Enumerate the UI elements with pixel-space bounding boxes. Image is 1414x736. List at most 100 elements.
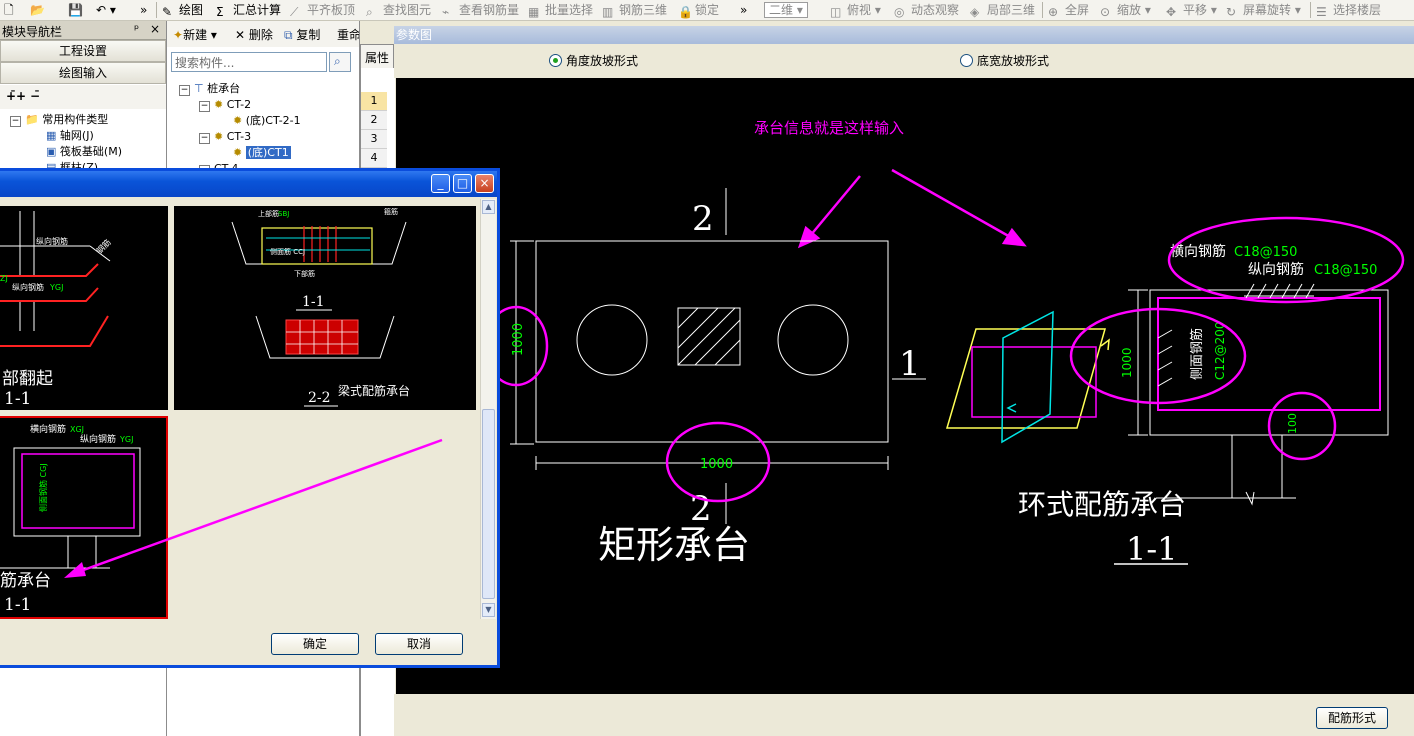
toolbar-flush-button[interactable]: ⟋ 平齐板顶 bbox=[290, 2, 355, 19]
svg-text:XGJ: XGJ bbox=[70, 425, 84, 434]
view-mode-select[interactable]: 二维 ▾ bbox=[764, 2, 808, 18]
annotation-text: 承台信息就是这样输入 bbox=[754, 119, 904, 137]
dialog-title-bar: _ □ × bbox=[0, 171, 497, 197]
toolbar-orbit-button[interactable]: ◎ 动态观察 bbox=[894, 2, 959, 19]
annotation-arrows bbox=[797, 168, 1027, 249]
toolbar-pan-button[interactable]: ✥ 平移 ▾ bbox=[1166, 2, 1217, 19]
project-settings-button[interactable]: 工程设置 bbox=[0, 40, 166, 62]
local-3d-icon: ◈ bbox=[970, 5, 980, 19]
collapse-all-icon[interactable]: −̄ bbox=[30, 89, 40, 103]
svg-text:箍筋: 箍筋 bbox=[384, 207, 398, 216]
toolbar-find-button[interactable]: ⌕ 查找图元 bbox=[366, 2, 431, 19]
scroll-down-icon[interactable]: ▼ bbox=[482, 603, 495, 617]
toolbar-floor-button[interactable]: ☰ 选择楼层 bbox=[1316, 2, 1381, 19]
svg-text:钢筋: 钢筋 bbox=[94, 237, 112, 255]
radio-empty-icon bbox=[960, 54, 973, 67]
search-icon[interactable]: ⌕ bbox=[329, 52, 351, 72]
svg-text:侧面筋 CCJ: 侧面筋 CCJ bbox=[270, 247, 305, 256]
rebar-form-button[interactable]: 配筋形式 bbox=[1316, 707, 1388, 729]
parameter-drawing: 承台信息就是这样输入 2 1 2 1000 1000 矩形承台 横向钢筋 C18… bbox=[483, 119, 1405, 568]
thumbnail-section: 1-1 bbox=[4, 389, 31, 409]
toolbar-rebar-3d-button[interactable]: ▥ 钢筋三维 bbox=[602, 2, 667, 19]
thumbnail-caption: 梁式配筋承台 bbox=[338, 383, 410, 398]
toolbar-sum-button[interactable]: Σ 汇总计算 bbox=[216, 2, 281, 19]
draw-icon: ✎ bbox=[162, 5, 173, 19]
toolbar-zoom-button[interactable]: ⊙ 缩放 ▾ bbox=[1100, 2, 1151, 19]
property-row[interactable]: 2 bbox=[361, 111, 387, 130]
section-mark-top: 2 bbox=[692, 199, 714, 239]
svg-text:YGJ: YGJ bbox=[49, 283, 63, 292]
toolbar-fullscreen-button[interactable]: ⊕ 全屏 bbox=[1048, 2, 1089, 19]
component-item-ct2-1[interactable]: ✹ (底)CT-2-1 bbox=[233, 113, 301, 129]
ring-cover-dimension: 100 bbox=[1286, 413, 1299, 434]
find-icon: ⌕ bbox=[366, 5, 373, 19]
rename-component-button[interactable]: 重命名 bbox=[337, 26, 359, 43]
thumbnail-section: 1-1 bbox=[4, 595, 31, 615]
toolbar-local-3d-button[interactable]: ◈ 局部三维 bbox=[970, 2, 1035, 19]
open-file-icon[interactable]: 📂 bbox=[30, 2, 45, 18]
close-icon[interactable]: × bbox=[475, 174, 494, 193]
minimize-icon[interactable]: _ bbox=[431, 174, 450, 193]
delete-component-button[interactable]: ✕ 删除 bbox=[235, 26, 273, 43]
parameter-drawing-canvas: 承台信息就是这样输入 2 1 2 1000 1000 矩形承台 横向钢筋 C18… bbox=[396, 78, 1414, 694]
property-row[interactable]: 1 bbox=[361, 92, 387, 111]
flush-icon: ⟋ bbox=[290, 5, 299, 19]
toolbar-top-view-button[interactable]: ◫ 俯视 ▾ bbox=[830, 2, 881, 19]
param-bottom-bar: 配筋形式 bbox=[394, 694, 1414, 736]
tree-toolbar: +̄+ −̄ bbox=[0, 85, 166, 109]
new-file-icon[interactable]: 🗋 bbox=[4, 2, 14, 18]
copy-icon: ⧉ bbox=[284, 28, 293, 42]
rebar-option-thumbnail[interactable]: 上部筋 SBJ 箍筋 侧面筋 CCJ 下部筋 1-1 2-2 梁式配筋承台 bbox=[174, 206, 476, 410]
rebar-option-thumbnail[interactable]: 纵向钢筋 钢筋 ZJ 纵向钢筋 YGJ 部翻起 1-1 bbox=[0, 206, 168, 410]
tree-item-axis[interactable]: ▦ 轴网(J) bbox=[46, 128, 94, 144]
close-icon[interactable]: × bbox=[150, 22, 160, 36]
ok-button[interactable]: 确定 bbox=[271, 633, 359, 655]
property-tab[interactable]: 属性 bbox=[360, 44, 394, 68]
component-group-ct2[interactable]: − ✹ CT-2 bbox=[199, 97, 251, 113]
scroll-up-icon[interactable]: ▲ bbox=[482, 200, 495, 214]
component-tree-root[interactable]: − ⊤ 桩承台 bbox=[179, 81, 240, 97]
component-search-input[interactable]: 搜索构件... bbox=[171, 52, 327, 72]
width-slope-radio[interactable]: 底宽放坡形式 bbox=[960, 54, 1049, 68]
tree-root[interactable]: − 📁 常用构件类型 bbox=[10, 112, 108, 128]
sum-icon: Σ bbox=[216, 5, 224, 19]
thumbnail-caption: 部翻起 bbox=[2, 369, 53, 389]
toolbar-lock-button[interactable]: 🔒 锁定 bbox=[678, 2, 719, 19]
pin-icon[interactable]: ᵖ bbox=[134, 22, 139, 36]
more-chevron-icon-2[interactable]: » bbox=[740, 2, 747, 18]
cancel-button[interactable]: 取消 bbox=[375, 633, 463, 655]
top-view-icon: ◫ bbox=[830, 5, 842, 19]
undo-icon[interactable]: ↶ ▾ bbox=[96, 2, 116, 18]
scroll-thumb[interactable] bbox=[482, 409, 495, 599]
toolbar-batch-select-button[interactable]: ▦ 批量选择 bbox=[528, 2, 593, 19]
component-item-ct1[interactable]: ✹ (底)CT1 bbox=[233, 145, 291, 161]
property-row[interactable]: 4 bbox=[361, 149, 387, 168]
toolbar-view-rebar-button[interactable]: ⌁ 查看钢筋量 bbox=[442, 2, 519, 19]
raft-icon: ▣ bbox=[46, 145, 57, 158]
rebar-option-thumbnail-selected[interactable]: 横向钢筋 XGJ 纵向钢筋 YGJ 侧面钢筋 CGJ 筋承台 1-1 bbox=[0, 416, 168, 619]
save-icon[interactable]: 💾 bbox=[68, 2, 83, 18]
side-rebar-label: 侧面钢筋 bbox=[1189, 328, 1205, 380]
property-row[interactable]: 3 bbox=[361, 130, 387, 149]
more-chevron-icon[interactable]: » bbox=[140, 2, 147, 18]
rotate-icon: ↻ bbox=[1226, 5, 1237, 19]
gear-icon: ✹ bbox=[233, 114, 243, 127]
toolbar-rotate-button[interactable]: ↻ 屏幕旋转 ▾ bbox=[1226, 2, 1301, 19]
fullscreen-icon: ⊕ bbox=[1048, 5, 1059, 19]
expand-all-icon[interactable]: +̄+ bbox=[6, 89, 26, 103]
drawing-input-button[interactable]: 绘图输入 bbox=[0, 62, 166, 84]
side-rebar-value: C12@200 bbox=[1213, 321, 1227, 380]
radio-selected-icon bbox=[549, 54, 562, 67]
dialog-scrollbar[interactable]: ▲ ▼ bbox=[480, 199, 496, 619]
new-component-button[interactable]: ✦新建 ▾ bbox=[173, 26, 217, 43]
thumbnail-drawing: 纵向钢筋 钢筋 ZJ 纵向钢筋 YGJ 部翻起 1-1 bbox=[0, 211, 113, 409]
tree-item-raft[interactable]: ▣ 筏板基础(M) bbox=[46, 144, 122, 160]
angle-slope-radio[interactable]: 角度放坡形式 bbox=[549, 54, 638, 68]
maximize-icon[interactable]: □ bbox=[453, 174, 472, 193]
component-group-ct3[interactable]: − ✹ CT-3 bbox=[199, 129, 251, 145]
toolbar-draw-button[interactable]: ✎ 绘图 bbox=[162, 2, 203, 19]
copy-component-button[interactable]: ⧉ 复制 bbox=[284, 26, 320, 43]
gear-icon: ✹ bbox=[214, 98, 224, 111]
new-icon: ✦ bbox=[173, 28, 184, 42]
nav-title: 模块导航栏 bbox=[2, 25, 63, 39]
